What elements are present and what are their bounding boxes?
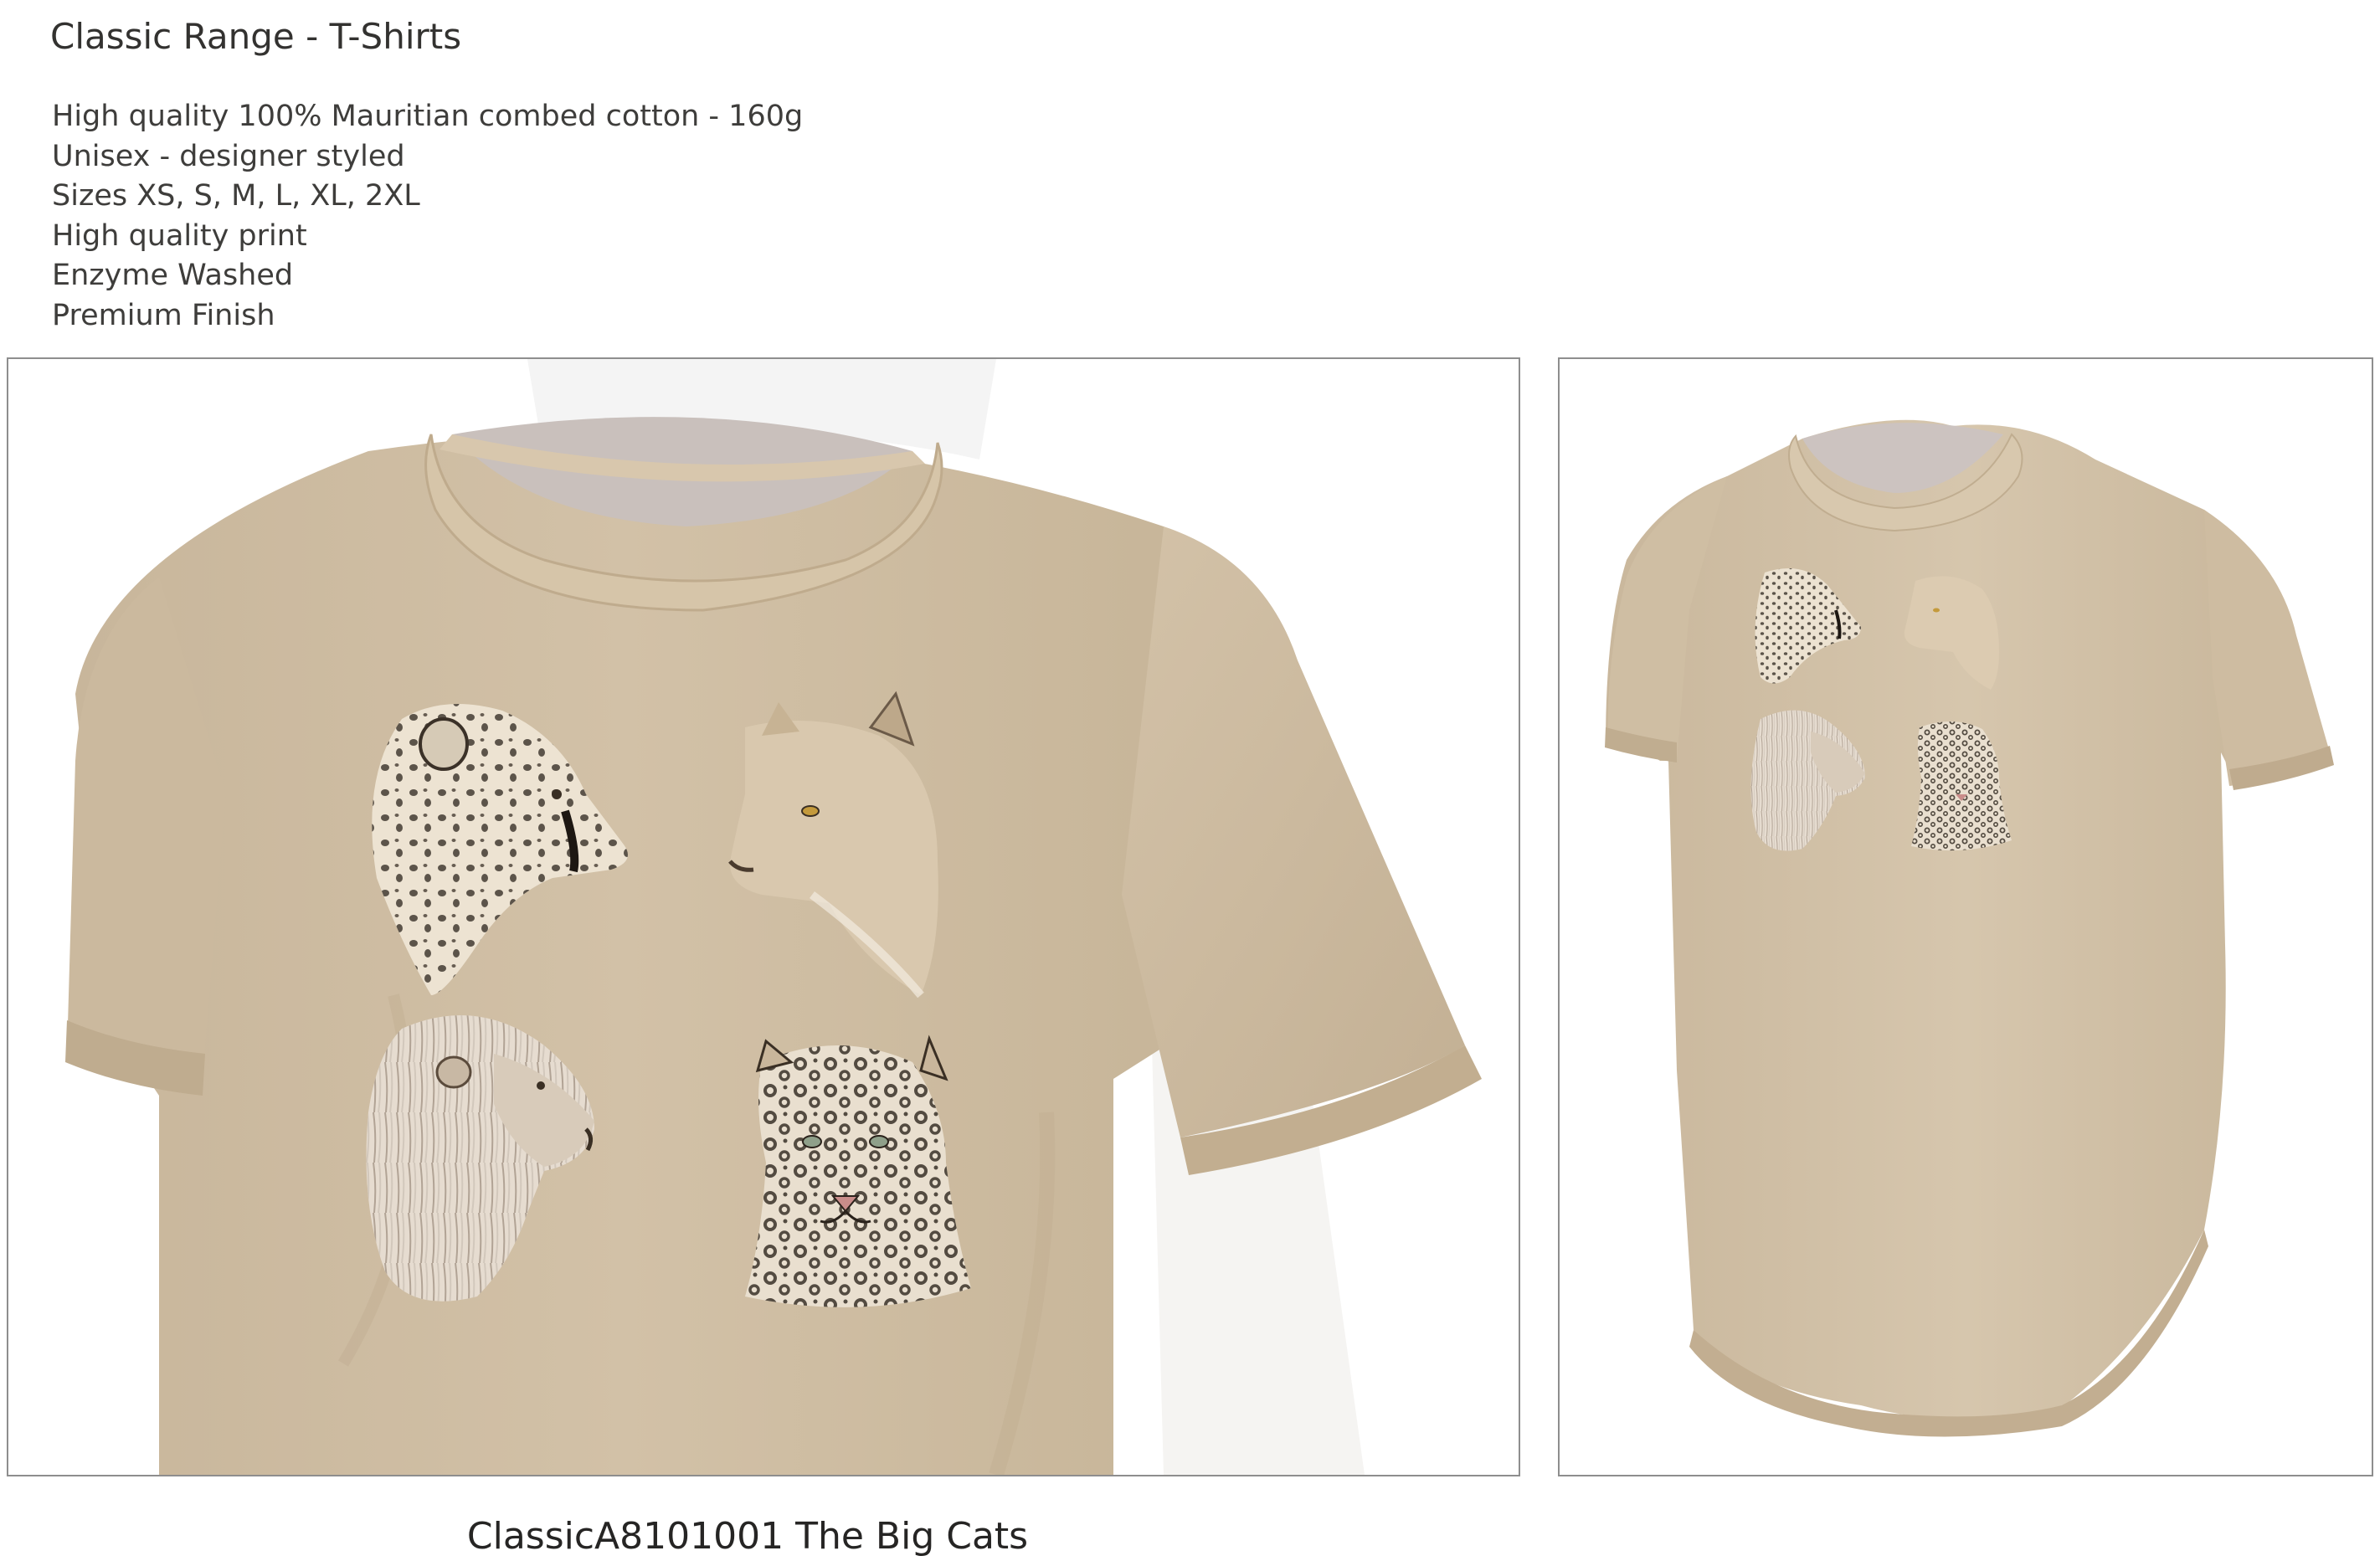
feature-item: High quality 100% Mauritian combed cotto… bbox=[52, 100, 804, 133]
feature-item: Premium Finish bbox=[52, 298, 275, 332]
feature-item: Enzyme Washed bbox=[52, 259, 294, 292]
feature-item: Sizes XS, S, M, L, XL, 2XL bbox=[52, 179, 420, 213]
feature-list: High quality 100% Mauritian combed cotto… bbox=[52, 97, 803, 336]
range-title: Classic Range - T-Shirts bbox=[50, 16, 462, 57]
feature-item: High quality print bbox=[52, 218, 307, 253]
product-caption: ClassicA8101001 The Big Cats bbox=[466, 1515, 1029, 1558]
tshirt-full-photo bbox=[1558, 357, 2373, 1476]
tshirt-closeup-photo bbox=[7, 357, 1520, 1476]
feature-item: Unisex - designer styled bbox=[52, 139, 405, 173]
